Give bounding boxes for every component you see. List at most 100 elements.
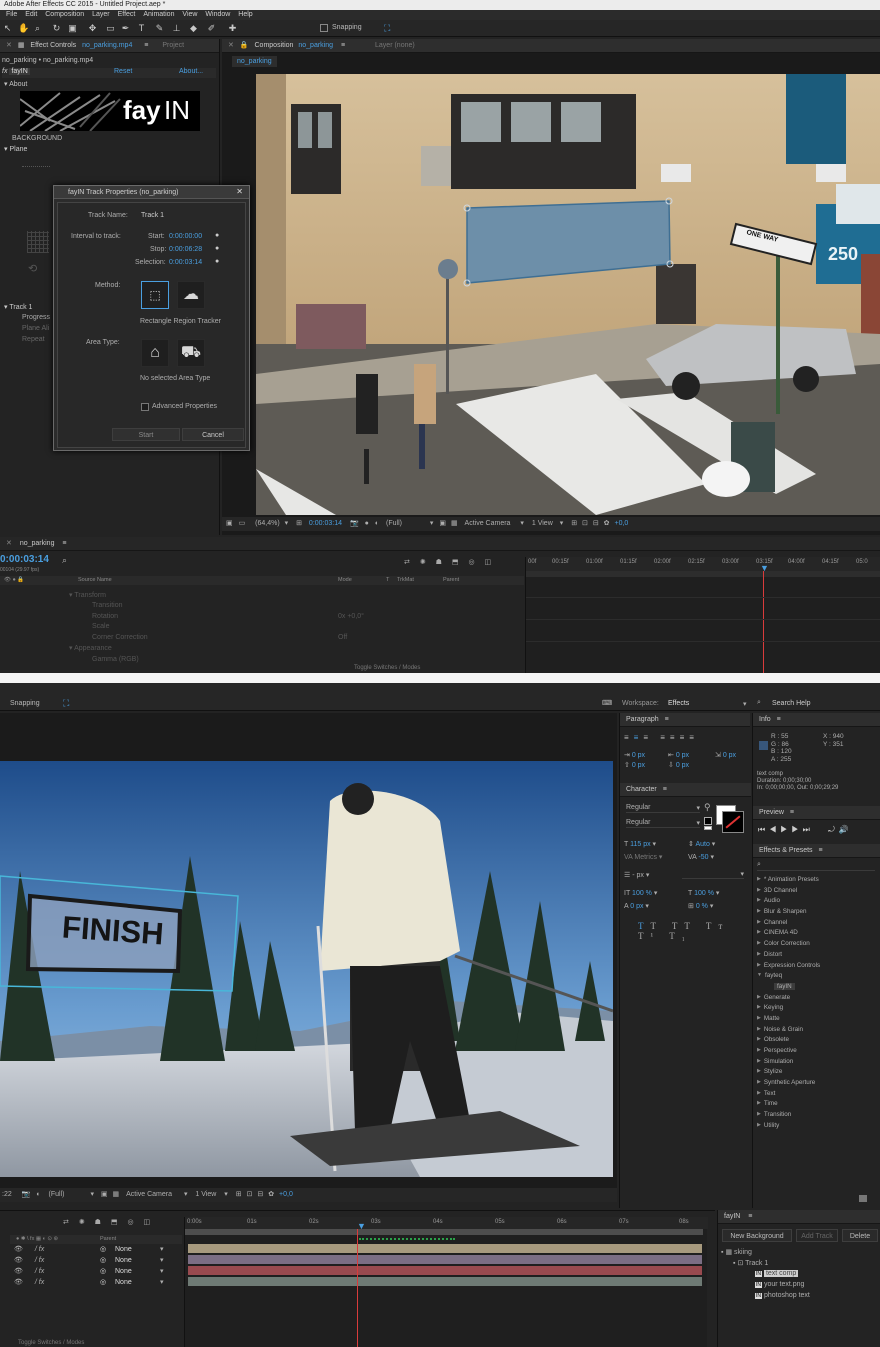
hand-tool-icon[interactable]: ✋ [18, 24, 29, 33]
bottom-res-dropdown-icon[interactable]: ▾ [90, 1191, 94, 1198]
rectangle-tracker-icon[interactable]: ⬚ [141, 281, 169, 309]
effects-item-distort[interactable]: Distort [757, 949, 877, 960]
monitor-icon[interactable]: ▭ [239, 520, 246, 527]
indent-left[interactable]: ⇥ 0 px [624, 751, 645, 759]
timeline-comp-name[interactable]: no_parking [20, 540, 55, 547]
effects-item-blur-sharpen[interactable]: Blur & Sharpen [757, 906, 877, 917]
graph-editor-icon[interactable]: ◫ [485, 559, 492, 566]
font-family-dropdown[interactable]: Regular ▾ [626, 804, 700, 813]
b-parent-icon[interactable]: ◎ [100, 1278, 106, 1288]
indent-first[interactable]: ⇲ 0 px [715, 751, 736, 759]
faux-style-buttons[interactable]: TT TT Tт T¹ T₁ [638, 921, 750, 941]
effects-item-matte[interactable]: Matte [757, 1013, 877, 1024]
bottom-region-icon[interactable]: ▣ [101, 1191, 108, 1198]
add-track-button[interactable]: Add Track [796, 1229, 838, 1242]
b-parent-value[interactable]: None [115, 1278, 132, 1288]
align-left-icon[interactable]: ≡ [624, 733, 634, 742]
comp-menu-icon[interactable]: ≡ [341, 42, 345, 49]
kerning-field[interactable]: VA Metrics ▾ [624, 853, 662, 861]
baseline-shift-field[interactable]: A 0 px ▾ [624, 902, 649, 910]
effects-item-transition[interactable]: Transition [757, 1109, 877, 1120]
effects-item-utility[interactable]: Utility [757, 1120, 877, 1131]
effects-item-perspective[interactable]: Perspective [757, 1045, 877, 1056]
effects-item-obsolete[interactable]: Obsolete [757, 1034, 877, 1045]
dialog-close-icon[interactable]: ✕ [236, 187, 243, 196]
zoom-dropdown-icon[interactable]: ▾ [285, 520, 289, 527]
indent-right[interactable]: ⇤ 0 px [668, 751, 689, 759]
about-group[interactable]: ▾ About [4, 80, 27, 88]
bottom-snapshot-icon[interactable]: 📷 [22, 1191, 31, 1198]
tl-row-gamma[interactable]: Gamma (RGB) [0, 655, 524, 665]
motion-blur-icon[interactable]: ◎ [468, 559, 474, 566]
tl-row-value[interactable]: Off [338, 633, 347, 643]
info-menu-icon[interactable]: ≡ [777, 716, 781, 723]
stroke-type-dropdown[interactable]: ▾ [682, 870, 744, 879]
work-area-bar[interactable] [526, 571, 880, 577]
bottom-snap-icon[interactable]: ⛶ [63, 698, 69, 709]
col-trkmat[interactable]: TrkMat [397, 576, 414, 585]
snapshot-icon[interactable]: 📷 [350, 520, 359, 527]
bottom-flowchart-icon[interactable]: ⊟ [257, 1191, 263, 1198]
tsume-field[interactable]: ⊞ 0 % ▾ [688, 902, 713, 910]
brush-tool-icon[interactable]: ✎ [155, 24, 164, 33]
b-shy-icon[interactable]: ☗ [95, 1219, 101, 1226]
color-icon[interactable]: ◐ [375, 520, 379, 527]
stop-value[interactable]: 0:00:06:28 [169, 246, 202, 253]
effects-item-3d-channel[interactable]: 3D Channel [757, 885, 877, 896]
building-area-icon[interactable]: ⌂ [141, 339, 169, 367]
bottom-resolution[interactable]: (Full) [49, 1191, 65, 1198]
show-channel-icon[interactable]: ● [365, 520, 369, 527]
bottom-toggle-icon[interactable]: ⊞ [236, 1191, 242, 1198]
start-value[interactable]: 0:00:00:00 [169, 233, 202, 240]
paragraph-menu-icon[interactable]: ≡ [665, 716, 669, 723]
workspace-dropdown-icon[interactable]: ▾ [743, 700, 747, 708]
align-right-icon[interactable]: ≡ [643, 733, 653, 742]
selection-tool-icon[interactable]: ↖ [3, 24, 12, 33]
eraser-tool-icon[interactable]: ◆ [189, 24, 198, 33]
lock-icon[interactable]: 🔒 [240, 42, 249, 49]
playhead-icon[interactable]: ▼ [760, 563, 769, 573]
last-frame-icon[interactable]: ⏭ [803, 825, 814, 834]
puppet-tool-icon[interactable]: ✚ [228, 24, 237, 33]
region-icon[interactable]: ▣ [439, 520, 446, 527]
search-help-input[interactable]: Search Help [772, 700, 811, 707]
b-playhead-icon[interactable]: ▼ [357, 1221, 366, 1231]
tl-row-corner[interactable]: Corner Correction Off [0, 633, 524, 643]
b-layer-row-3[interactable]: 👁 / fx ◎ None ▾ [10, 1267, 182, 1277]
b-layer-row-1[interactable]: 👁 / fx ◎ None ▾ [10, 1245, 182, 1255]
flowchart-icon[interactable]: ⊟ [593, 520, 599, 527]
next-frame-icon[interactable]: ▶ [791, 825, 802, 834]
b-parent-icon[interactable]: ◎ [100, 1267, 106, 1277]
rotate-tool-icon[interactable]: ↻ [52, 24, 61, 33]
timeline-ruler[interactable]: 00f 00:15f 01:00f 01:15f 02:00f 02:15f 0… [526, 557, 880, 571]
vehicle-area-icon[interactable]: ⛟ [177, 339, 205, 367]
stop-set-icon[interactable]: ● [215, 245, 219, 252]
tl-row-transform[interactable]: ▾ Transform [0, 591, 524, 601]
selection-set-icon[interactable]: ● [215, 258, 219, 265]
view-dropdown-icon[interactable]: ▾ [560, 520, 564, 527]
b-parent-dropdown-icon[interactable]: ▾ [160, 1245, 164, 1255]
menu-window[interactable]: Window [205, 11, 230, 18]
effect-controls-tab[interactable]: Effect Controls [30, 42, 76, 49]
tl-row-rotation[interactable]: Rotation 0x +0,0° [0, 612, 524, 622]
col-mode[interactable]: Mode [338, 576, 352, 585]
font-style-dropdown[interactable]: Regular ▾ [626, 819, 700, 828]
workspace-value[interactable]: Effects [668, 700, 689, 707]
vertical-scale-field[interactable]: IT 100 % ▾ [624, 889, 657, 897]
effects-item-animation-presets[interactable]: * Animation Presets [757, 874, 877, 885]
fayin-panel-menu-icon[interactable]: ≡ [748, 1213, 752, 1220]
menu-edit[interactable]: Edit [25, 11, 37, 18]
tracker-region-overlay[interactable] [256, 74, 880, 515]
start-button[interactable]: Start [112, 428, 180, 441]
tree-root[interactable]: ▪ ▦ skiing [721, 1248, 752, 1256]
horizontal-scale-field[interactable]: T 100 % ▾ [688, 889, 719, 897]
start-set-icon[interactable]: ● [215, 232, 219, 239]
b-parent-dropdown-icon[interactable]: ▾ [160, 1256, 164, 1266]
b-parent-value[interactable]: None [115, 1256, 132, 1266]
bottom-fast-preview-icon[interactable]: ⊡ [247, 1191, 253, 1198]
clone-tool-icon[interactable]: ⊥ [172, 24, 181, 33]
bottom-view-dropdown-icon[interactable]: ▾ [224, 1191, 228, 1198]
space-after[interactable]: ⇩ 0 px [668, 761, 689, 769]
col-parent[interactable]: Parent [443, 576, 459, 585]
transparency-grid-icon[interactable]: ▦ [451, 520, 458, 527]
